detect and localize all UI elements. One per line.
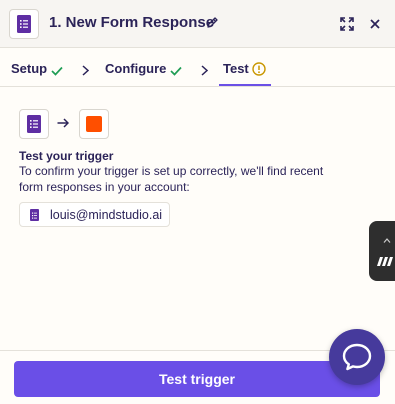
chevron-up-icon [383,230,391,248]
active-tab-indicator [219,84,271,86]
check-icon [170,63,182,81]
account-chip[interactable]: louis@mindstudio.ai [19,202,171,227]
tab-setup[interactable]: Setup [11,61,47,76]
google-forms-icon [9,9,39,39]
side-widget-tab[interactable] [369,221,395,281]
brand-logo-icon [377,254,395,272]
google-forms-icon [19,109,49,139]
section-description: To confirm your trigger is set up correc… [19,164,324,194]
expand-icon[interactable] [339,16,355,37]
trigger-flow [19,109,109,139]
pencil-icon[interactable] [206,16,219,34]
chat-bubble-icon[interactable] [329,329,385,385]
zapier-icon [79,109,109,139]
google-forms-icon [30,208,39,221]
chevron-right-icon [201,63,209,81]
step-title: 1. New Form Response [49,14,215,31]
warning-icon [252,62,266,81]
check-icon [51,63,63,81]
account-email: louis@mindstudio.ai [50,207,163,222]
chevron-right-icon [82,63,90,81]
close-icon[interactable] [369,17,381,35]
section-heading: Test your trigger [19,149,114,163]
arrow-right-icon [57,115,70,133]
test-trigger-button[interactable]: Test trigger [14,361,380,397]
step-tabs: Setup Configure Test [0,48,395,87]
panel-header: 1. New Form Response [0,0,395,48]
tab-configure[interactable]: Configure [105,61,166,76]
tab-test[interactable]: Test [223,61,249,76]
